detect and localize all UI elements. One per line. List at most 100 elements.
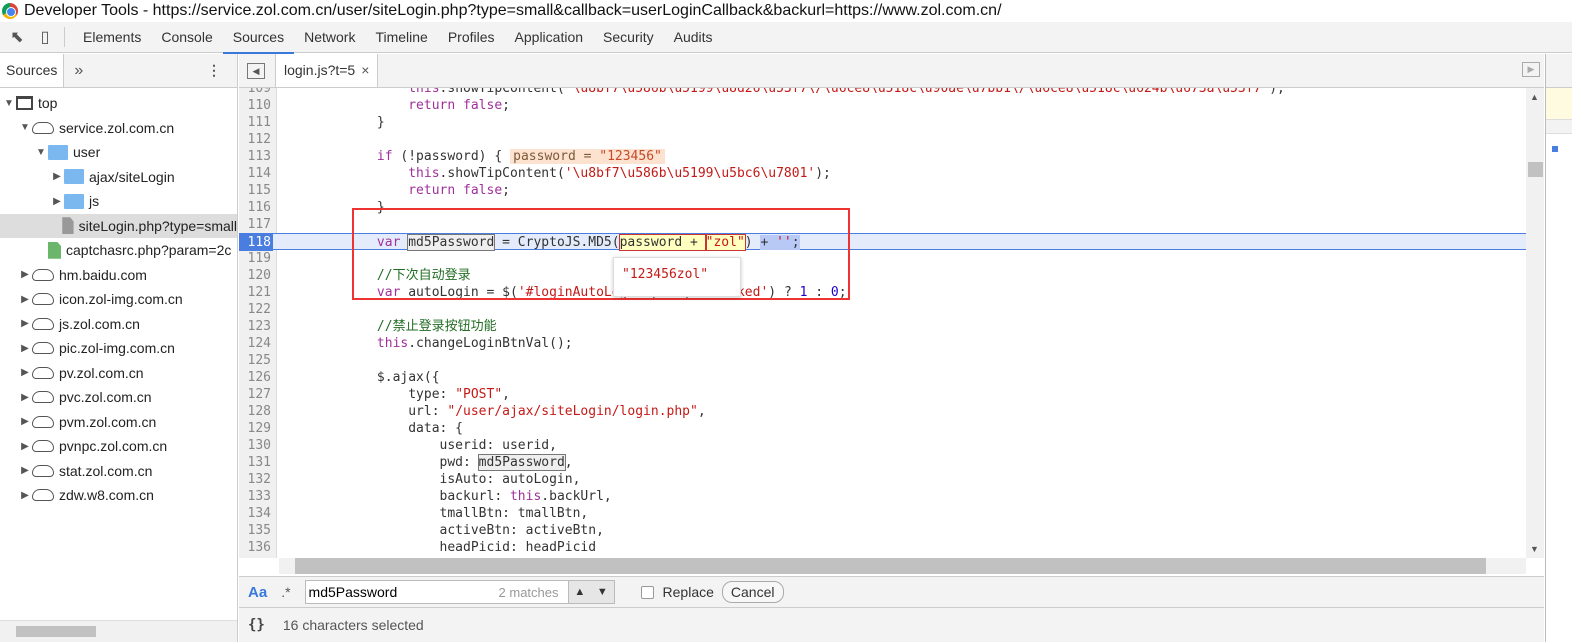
line-number[interactable]: 124 <box>239 335 273 352</box>
line-number[interactable]: 133 <box>239 488 273 505</box>
line-number[interactable]: 112 <box>239 131 273 148</box>
line-number[interactable]: 128 <box>239 403 273 420</box>
tree-item[interactable]: ▶ pvc.zol.com.cn <box>0 385 237 410</box>
line-number[interactable]: 125 <box>239 352 273 369</box>
line-number[interactable]: 114 <box>239 165 273 182</box>
tree-item[interactable]: ▶ icon.zol-img.com.cn <box>0 287 237 312</box>
line-number[interactable]: 134 <box>239 505 273 522</box>
tree-item[interactable]: ▶ zdw.w8.com.cn <box>0 483 237 508</box>
collapsed-arrow-icon[interactable]: ▶ <box>18 343 32 354</box>
collapsed-arrow-icon[interactable]: ▶ <box>18 441 32 452</box>
tab-network[interactable]: Network <box>294 22 365 53</box>
code-line: 126 $.ajax({ <box>239 369 1526 386</box>
tab-timeline[interactable]: Timeline <box>365 22 437 53</box>
collapsed-arrow-icon[interactable]: ▶ <box>18 465 32 476</box>
tab-profiles[interactable]: Profiles <box>438 22 505 53</box>
expanded-arrow-icon[interactable]: ▼ <box>2 98 16 109</box>
line-number[interactable]: 136 <box>239 539 273 556</box>
line-number[interactable]: 109 <box>239 88 273 97</box>
scroll-up-icon[interactable]: ▲ <box>1530 92 1539 102</box>
toggle-debugger-icon[interactable]: ▶ <box>1522 62 1540 77</box>
line-number[interactable]: 110 <box>239 97 273 114</box>
tab-security[interactable]: Security <box>593 22 664 53</box>
code-token: pwd: <box>283 455 479 470</box>
line-number[interactable]: 132 <box>239 471 273 488</box>
expanded-arrow-icon[interactable]: ▼ <box>34 147 48 158</box>
line-number[interactable]: 121 <box>239 284 273 301</box>
search-input[interactable] <box>308 584 499 600</box>
line-number[interactable]: 118 <box>239 234 273 251</box>
line-number[interactable]: 137 <box>239 556 273 558</box>
more-tabs-icon[interactable]: » <box>74 62 83 80</box>
vertical-scrollbar[interactable]: ▲ ▼ <box>1526 88 1544 558</box>
scroll-down-icon[interactable]: ▼ <box>1530 544 1539 554</box>
tree-item[interactable]: ▶ pic.zol-img.com.cn <box>0 336 237 361</box>
tree-item[interactable]: ▶ pvm.zol.com.cn <box>0 410 237 435</box>
collapsed-arrow-icon[interactable]: ▶ <box>18 318 32 329</box>
device-mode-icon[interactable]: ▯ <box>34 26 56 48</box>
tab-sources-navigator[interactable]: Sources <box>0 54 65 87</box>
pretty-print-icon[interactable]: {} <box>248 617 265 633</box>
line-number[interactable]: 113 <box>239 148 273 165</box>
collapsed-arrow-icon[interactable]: ▶ <box>18 416 32 427</box>
tree-item[interactable]: ▶ pvnpc.zol.com.cn <box>0 434 237 459</box>
horizontal-scrollbar[interactable] <box>0 620 237 642</box>
tree-item[interactable]: ▶ js <box>0 189 237 214</box>
tree-item[interactable]: ▶ stat.zol.com.cn <box>0 459 237 484</box>
collapsed-arrow-icon[interactable]: ▶ <box>50 196 64 207</box>
kebab-menu-icon[interactable]: ⋮ <box>207 62 221 79</box>
match-case-button[interactable]: Aa <box>248 584 267 601</box>
tree-item-label: pv.zol.com.cn <box>59 364 144 381</box>
collapsed-arrow-icon[interactable]: ▶ <box>18 269 32 280</box>
line-number[interactable]: 119 <box>239 250 273 267</box>
line-number[interactable]: 123 <box>239 318 273 335</box>
tab-elements[interactable]: Elements <box>73 22 151 53</box>
tab-application[interactable]: Application <box>505 22 594 53</box>
tree-item[interactable]: ▼ user <box>0 140 237 165</box>
collapsed-arrow-icon[interactable]: ▶ <box>18 392 32 403</box>
tree-item[interactable]: ▼ service.zol.com.cn <box>0 116 237 141</box>
horizontal-scrollbar[interactable] <box>279 558 1526 574</box>
line-number[interactable]: 130 <box>239 437 273 454</box>
line-number[interactable]: 127 <box>239 386 273 403</box>
replace-checkbox[interactable] <box>640 585 654 599</box>
code-token: (!password) { <box>392 149 503 164</box>
tab-console[interactable]: Console <box>151 22 222 53</box>
code-line: 131 pwd: md5Password, <box>239 454 1526 471</box>
collapsed-arrow-icon[interactable]: ▶ <box>18 490 32 501</box>
previous-match-icon[interactable]: ▲ <box>569 581 592 603</box>
line-number[interactable]: 131 <box>239 454 273 471</box>
close-icon[interactable]: × <box>361 62 369 78</box>
line-number[interactable]: 117 <box>239 216 273 233</box>
collapsed-arrow-icon[interactable]: ▶ <box>18 367 32 378</box>
tree-item[interactable]: ▶ pv.zol.com.cn <box>0 361 237 386</box>
cancel-button[interactable]: Cancel <box>721 581 784 603</box>
code-token: //禁止登录按钮功能 <box>376 319 497 334</box>
expanded-arrow-icon[interactable]: ▼ <box>18 122 32 133</box>
next-match-icon[interactable]: ▼ <box>591 581 614 603</box>
tab-audits[interactable]: Audits <box>664 22 723 53</box>
line-number[interactable]: 122 <box>239 301 273 318</box>
line-number[interactable]: 120 <box>239 267 273 284</box>
tree-item[interactable]: ▶ js.zol.com.cn <box>0 312 237 337</box>
collapsed-arrow-icon[interactable]: ▶ <box>50 171 64 182</box>
regex-button[interactable]: .* <box>281 584 290 600</box>
line-number[interactable]: 126 <box>239 369 273 386</box>
inspect-element-icon[interactable]: ⬉ <box>6 26 28 48</box>
line-number[interactable]: 135 <box>239 522 273 539</box>
tab-sources[interactable]: Sources <box>222 22 295 54</box>
line-number[interactable]: 116 <box>239 199 273 216</box>
code-view[interactable]: 109 this.showTipContent('\u8bf7\u586b\u5… <box>239 88 1544 558</box>
line-number[interactable]: 129 <box>239 420 273 437</box>
line-number[interactable]: 115 <box>239 182 273 199</box>
tree-item[interactable]: ▼ top <box>0 91 237 116</box>
line-number[interactable]: 111 <box>239 114 273 131</box>
collapsed-arrow-icon[interactable]: ▶ <box>18 294 32 305</box>
tree-item[interactable]: ▶ hm.baidu.com <box>0 263 237 288</box>
toggle-navigator-icon[interactable]: ◀ <box>247 62 265 79</box>
tab-login-js[interactable]: login.js?t=5 × <box>275 54 379 87</box>
cloud-icon <box>32 464 54 477</box>
tree-item[interactable]: ▶ ajax/siteLogin <box>0 165 237 190</box>
tree-item[interactable]: captchasrc.php?param=2c <box>0 238 237 263</box>
tree-item[interactable]: siteLogin.php?type=small <box>0 213 237 238</box>
